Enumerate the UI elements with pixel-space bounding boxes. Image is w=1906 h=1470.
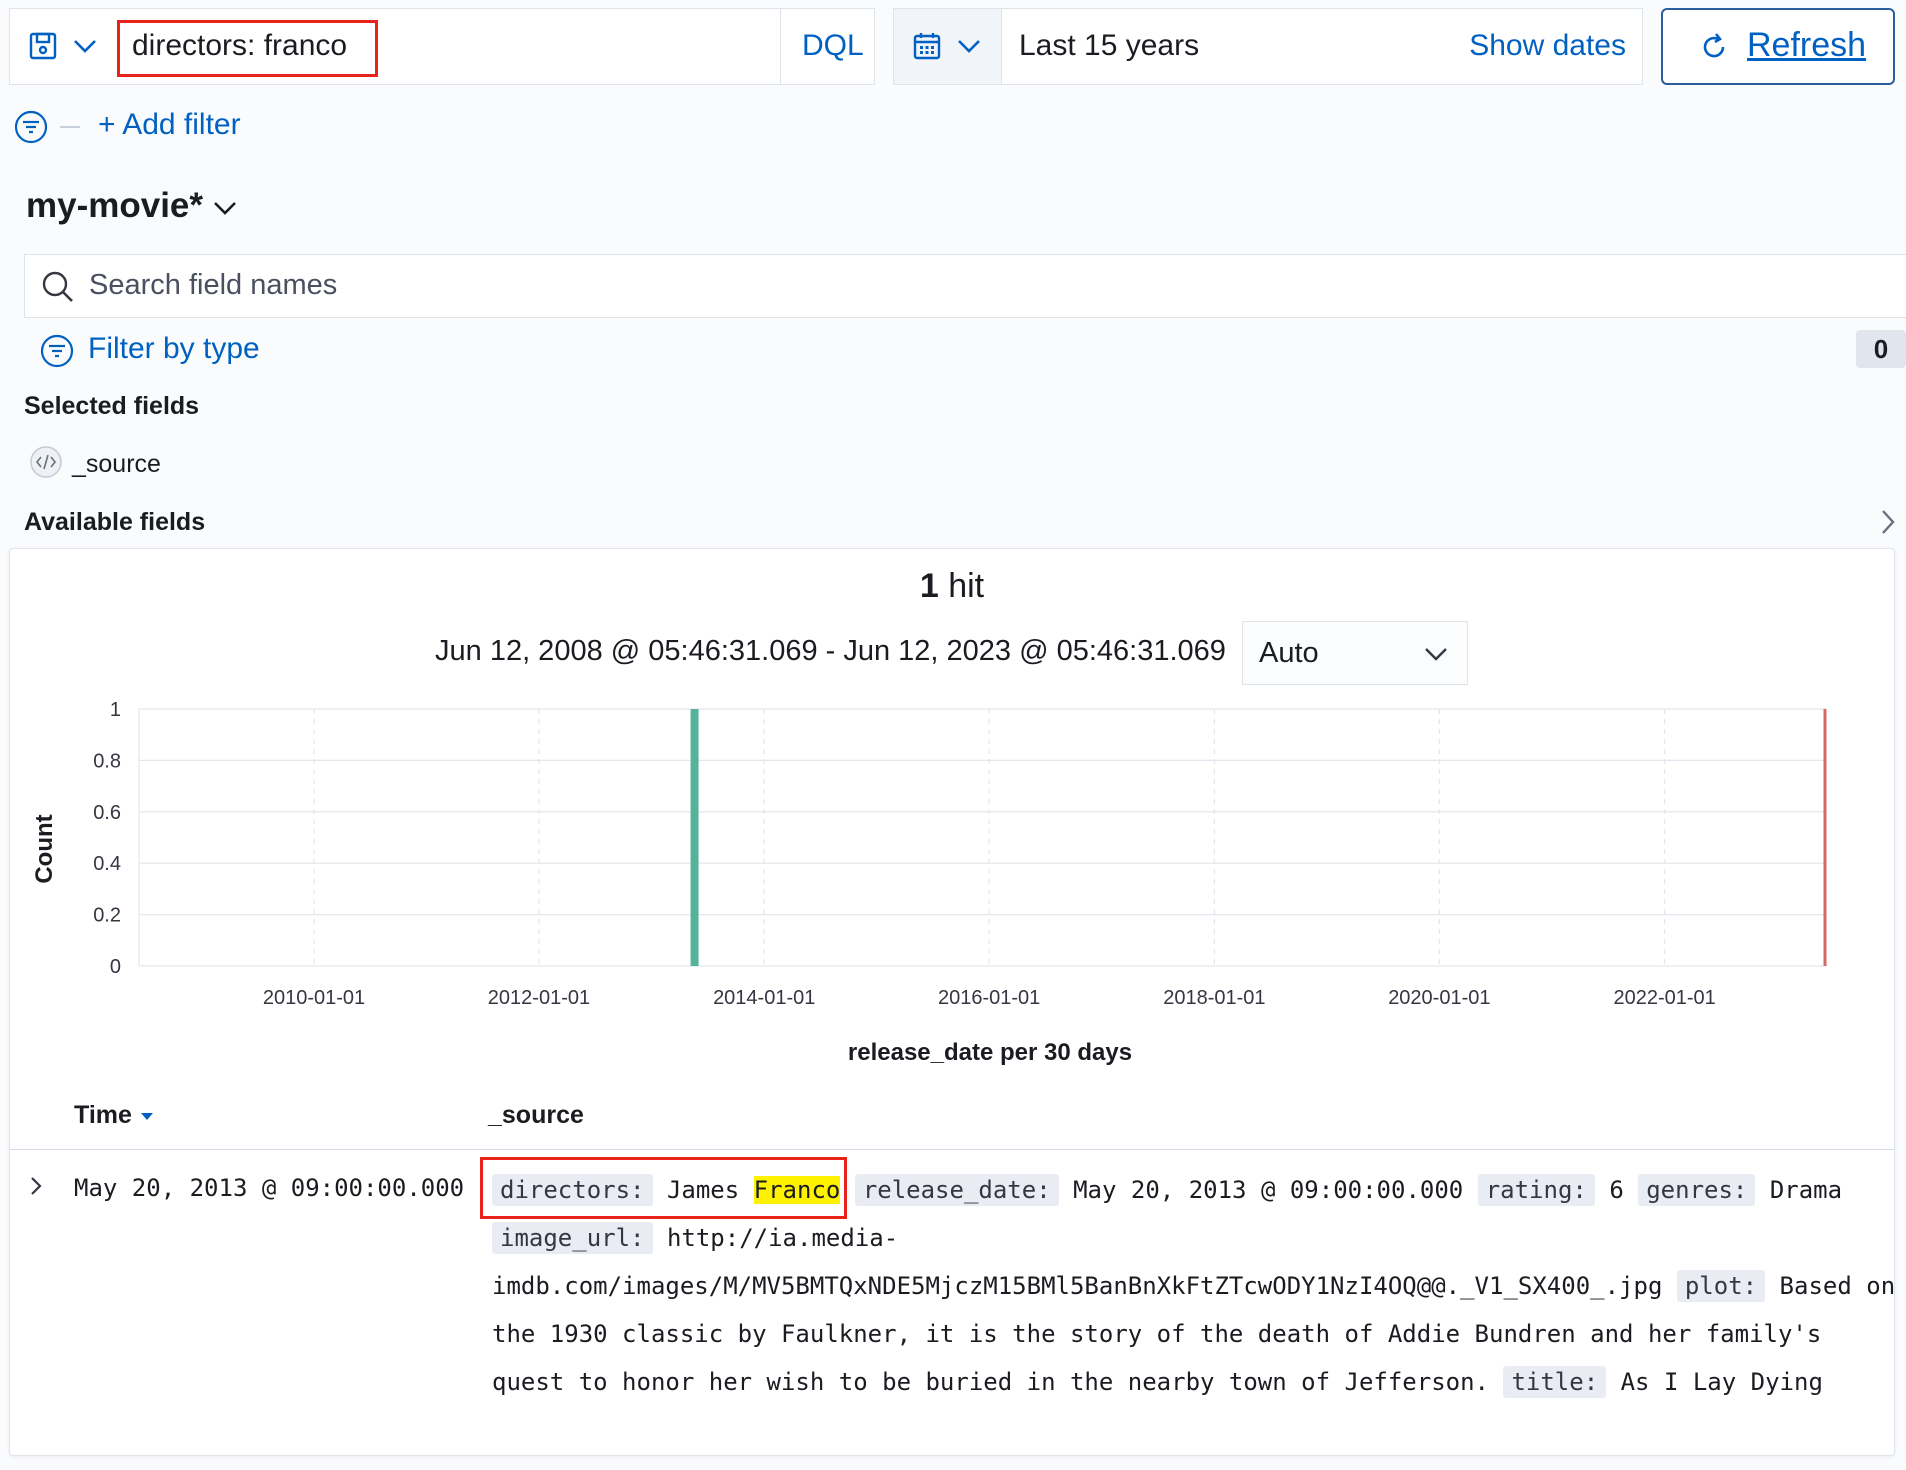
time-range-label[interactable]: Last 15 years bbox=[1019, 29, 1199, 63]
field-label: image_url: bbox=[492, 1222, 653, 1254]
source-line-3: imdb.com/images/M/MV5BMTQxNDE5MjczM15BMl… bbox=[492, 1262, 1895, 1310]
quick-menu-button[interactable] bbox=[894, 9, 1002, 84]
field-label: plot: bbox=[1676, 1270, 1766, 1302]
results-panel: 1 hit Jun 12, 2008 @ 05:46:31.069 - Jun … bbox=[9, 548, 1895, 1456]
field-value: Based on bbox=[1779, 1272, 1896, 1300]
field-label: rating: bbox=[1477, 1174, 1595, 1206]
source-line-2: image_url: http://ia.media- bbox=[492, 1214, 1886, 1262]
x-axis-label: release_date per 30 days bbox=[847, 1039, 1133, 1066]
y-tick-label: 1 bbox=[110, 699, 121, 721]
column-header-source[interactable]: _source bbox=[488, 1101, 584, 1130]
x-tick-label: 2020-01-01 bbox=[1388, 987, 1490, 1009]
y-tick-label: 0.2 bbox=[93, 905, 121, 927]
y-tick-label: 0.6 bbox=[93, 802, 121, 824]
field-label: release_date: bbox=[854, 1174, 1059, 1206]
field-value: the 1930 classic by Faulkner, it is the … bbox=[492, 1320, 1822, 1348]
column-header-time[interactable]: Time bbox=[74, 1101, 155, 1130]
sort-desc-icon[interactable] bbox=[139, 1109, 155, 1123]
field-value: May 20, 2013 @ 09:00:00.000 bbox=[1073, 1176, 1464, 1204]
save-query-icon[interactable] bbox=[28, 31, 58, 61]
filter-by-type-button[interactable]: Filter by type bbox=[88, 332, 260, 366]
selected-field-source[interactable]: _source bbox=[72, 450, 161, 479]
source-field-icon bbox=[30, 446, 62, 478]
column-time-label: Time bbox=[74, 1101, 132, 1129]
refresh-icon bbox=[1699, 32, 1729, 62]
y-tick-label: 0 bbox=[110, 956, 121, 978]
chevron-down-icon[interactable] bbox=[72, 36, 98, 56]
show-dates-link[interactable]: Show dates bbox=[1469, 29, 1626, 63]
field-value: quest to honor her wish to be buried in … bbox=[492, 1368, 1489, 1396]
index-pattern-title[interactable]: my-movie* bbox=[26, 186, 203, 226]
y-tick-label: 0.4 bbox=[93, 853, 121, 875]
directors-highlight-box bbox=[480, 1157, 847, 1219]
field-value: imdb.com/images/M/MV5BMTQxNDE5MjczM15BMl… bbox=[492, 1272, 1663, 1300]
histogram-chart: 0 0.2 0.4 0.6 0.8 1 2010-01-01 2012-01-01 2014-… bbox=[93, 699, 1827, 1009]
expand-row-icon[interactable] bbox=[26, 1174, 46, 1198]
chevron-down-icon bbox=[1423, 644, 1449, 664]
available-fields-heading: Available fields bbox=[24, 508, 206, 536]
x-tick-label: 2012-01-01 bbox=[488, 987, 590, 1009]
field-value: 6 bbox=[1609, 1176, 1624, 1204]
chevron-down-icon[interactable] bbox=[212, 198, 238, 218]
search-icon bbox=[41, 270, 75, 304]
histogram-bar[interactable] bbox=[690, 709, 699, 966]
x-tick-label: 2018-01-01 bbox=[1163, 987, 1265, 1009]
chevron-down-icon bbox=[956, 36, 982, 56]
refresh-label: Refresh bbox=[1747, 26, 1867, 64]
filter-separator bbox=[60, 126, 80, 128]
query-highlight-box bbox=[117, 20, 378, 77]
query-language-button[interactable]: DQL bbox=[802, 29, 864, 63]
filter-count-badge: 0 bbox=[1856, 330, 1906, 368]
x-tick-label: 2016-01-01 bbox=[938, 987, 1040, 1009]
x-tick-label: 2010-01-01 bbox=[263, 987, 365, 1009]
source-line-4: the 1930 classic by Faulkner, it is the … bbox=[492, 1310, 1886, 1358]
source-line-5: quest to honor her wish to be buried in … bbox=[492, 1358, 1886, 1406]
x-tick-label: 2014-01-01 bbox=[713, 987, 815, 1009]
field-value: http://ia.media- bbox=[666, 1224, 899, 1252]
table-row: May 20, 2013 @ 09:00:00.000 directors: J… bbox=[10, 1150, 1895, 1450]
filter-menu-icon[interactable] bbox=[14, 110, 48, 144]
field-value: As I Lay Dying bbox=[1620, 1368, 1823, 1396]
row-time: May 20, 2013 @ 09:00:00.000 bbox=[74, 1174, 465, 1202]
add-filter-button[interactable]: + Add filter bbox=[98, 108, 241, 142]
x-tick-label: 2022-01-01 bbox=[1613, 987, 1715, 1009]
hits-number: 1 bbox=[919, 567, 939, 605]
selected-fields-heading: Selected fields bbox=[24, 392, 200, 420]
y-axis-label: Count bbox=[31, 814, 58, 884]
field-label: title: bbox=[1503, 1366, 1607, 1398]
divider bbox=[780, 9, 781, 84]
interval-value: Auto bbox=[1259, 637, 1319, 669]
interval-select[interactable]: Auto bbox=[1242, 621, 1468, 685]
filter-icon[interactable] bbox=[40, 334, 74, 368]
calendar-icon bbox=[912, 31, 942, 61]
field-search: Search field names bbox=[24, 254, 1906, 318]
field-search-input[interactable]: Search field names bbox=[89, 269, 337, 302]
hits-label: hit bbox=[948, 567, 985, 605]
y-tick-label: 0.8 bbox=[93, 750, 121, 772]
chevron-right-icon[interactable] bbox=[1878, 508, 1898, 536]
refresh-button[interactable]: Refresh bbox=[1661, 8, 1895, 85]
date-range-label: Jun 12, 2008 @ 05:46:31.069 - Jun 12, 20… bbox=[435, 635, 1226, 667]
field-label: genres: bbox=[1638, 1174, 1756, 1206]
field-value: Drama bbox=[1769, 1176, 1843, 1204]
hits-count: 1 hit bbox=[10, 567, 1894, 606]
time-picker: Last 15 years Show dates bbox=[893, 8, 1643, 85]
